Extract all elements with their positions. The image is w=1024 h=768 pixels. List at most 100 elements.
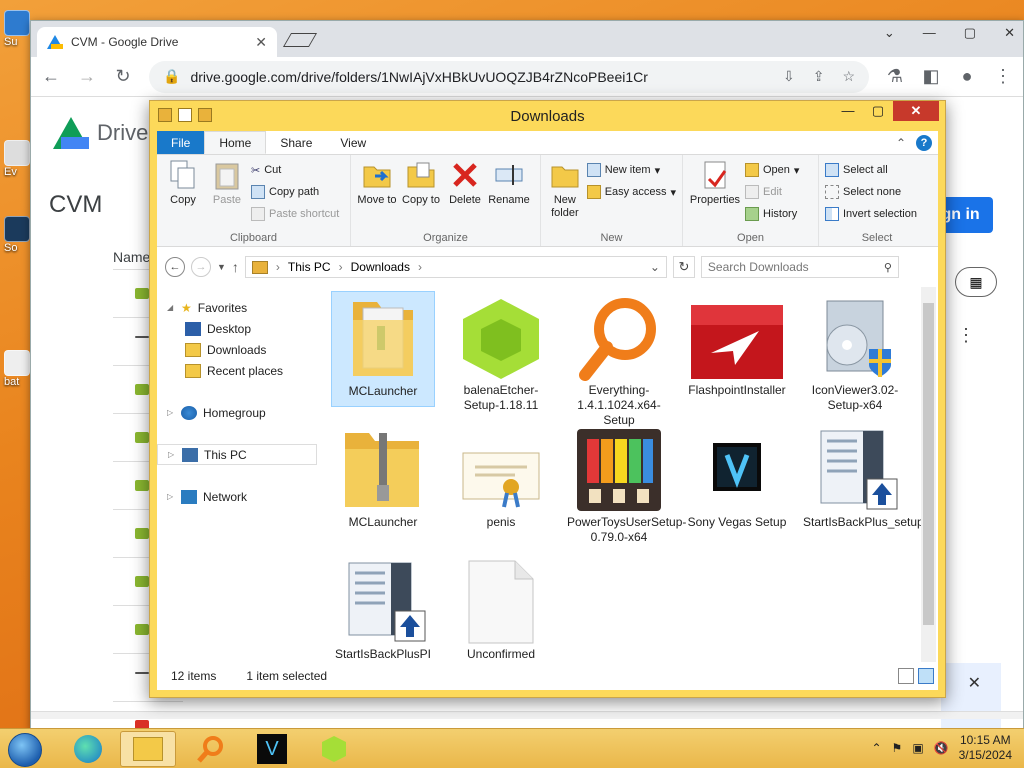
collapse-ribbon-icon[interactable]: ⌃ [896,136,906,150]
network-icon[interactable]: ▣ [912,741,923,755]
cut-button[interactable]: ✂ Cut [251,161,339,179]
star-icon[interactable]: ☆ [842,68,855,85]
nav-this-pc[interactable]: ▷ This PC [157,444,317,465]
tab-home[interactable]: Home [204,131,267,154]
address-bar[interactable]: 🔒 drive.google.com/drive/folders/1NwIAjV… [149,60,869,93]
new-item-button[interactable]: New item ▾ [586,161,676,179]
tab-share[interactable]: Share [266,131,326,154]
breadcrumb-downloads[interactable]: Downloads [351,260,410,274]
forward-button[interactable]: → [77,66,97,87]
share-icon[interactable]: ⇪ [813,68,825,85]
file-item[interactable]: IconViewer3.02-Setup-x64 [803,291,907,412]
desktop-icon[interactable]: So [4,216,32,254]
invert-selection-button[interactable]: Invert selection [825,205,917,223]
nav-favorites[interactable]: ◢ ★ Favorites [157,297,317,318]
forward-button[interactable]: → [191,257,211,277]
details-view-icon[interactable] [898,668,914,684]
desktop-icon[interactable]: bat [4,350,32,388]
install-icon[interactable]: ⇩ [783,68,795,85]
large-icons-view-icon[interactable] [918,668,934,684]
file-item[interactable]: PowerToysUserSetup-0.79.0-x64 [567,423,686,544]
browser-tab[interactable]: CVM - Google Drive ✕ [37,27,277,57]
paste-shortcut-button[interactable]: Paste shortcut [251,205,339,223]
name-column-header[interactable]: Name [113,249,150,265]
taskbar-edge-icon[interactable] [60,731,116,767]
close-icon[interactable]: ✕ [255,34,267,51]
star-icon: ★ [181,300,192,315]
file-item[interactable]: FlashpointInstaller [685,291,789,407]
scrollbar-thumb[interactable] [923,303,934,625]
file-item[interactable]: StartIsBackPlusPI [331,555,435,671]
open-button[interactable]: Open ▾ [745,161,799,179]
grid-view-icon[interactable]: ▦ [955,267,997,297]
new-tab-button[interactable] [282,33,318,47]
taskbar-everything-icon[interactable] [182,731,238,767]
chevron-down-icon[interactable]: ⌄ [884,25,895,41]
scrollbar[interactable] [921,287,936,662]
start-button[interactable] [8,733,42,767]
maximize-button[interactable]: ▢ [964,25,976,41]
file-item[interactable]: StartIsBackPlus_setup [803,423,924,539]
flag-icon[interactable]: ⚑ [892,741,903,755]
desktop-icon [185,321,201,336]
extension-icon[interactable]: ⚗ [885,66,905,87]
tab-view[interactable]: View [326,131,380,154]
back-button[interactable]: ← [165,257,185,277]
folder-title[interactable]: CVM [49,191,102,219]
easy-access-button[interactable]: Easy access ▾ [586,183,676,201]
clock[interactable]: 10:15 AM 3/15/2024 [959,733,1012,763]
path-box[interactable]: › This PC › Downloads › ⌄ [244,256,667,278]
copy-path-button[interactable]: Copy path [251,183,339,201]
file-item[interactable]: Unconfirmed [449,555,553,671]
select-all-button[interactable]: Select all [825,161,917,179]
minimize-button[interactable]: — [833,101,863,121]
file-item[interactable]: penis [449,423,553,539]
menu-icon[interactable]: ⋮ [993,66,1013,87]
file-item[interactable]: balenaEtcher-Setup-1.18.11 [449,291,553,412]
system-tray: ⌃ ⚑ ▣ 🔇 10:15 AM 3/15/2024 [871,733,1012,763]
history-button[interactable]: History [745,205,799,223]
taskbar-explorer-icon[interactable] [120,731,176,767]
search-input[interactable]: Search Downloads ⚲ [700,256,899,278]
chevron-down-icon[interactable]: ⌄ [650,260,660,274]
file-item[interactable]: MCLauncher [331,291,435,407]
maximize-button[interactable]: ▢ [863,101,893,121]
back-button[interactable]: ← [41,66,61,87]
nav-desktop[interactable]: Desktop [157,318,317,339]
installer-icon [807,295,903,381]
profile-icon[interactable]: ● [957,66,977,87]
file-name: IconViewer3.02-Setup-x64 [811,383,899,412]
breadcrumb-this-pc[interactable]: This PC [288,260,331,274]
file-item[interactable]: Everything-1.4.1.1024.x64-Setup [567,291,671,427]
sidepanel-icon[interactable]: ◧ [921,66,941,87]
taskbar-vegas-icon[interactable]: V [244,731,300,767]
nav-recent-places[interactable]: Recent places [157,360,317,381]
reload-button[interactable]: ↻ [113,66,133,87]
taskbar-balena-icon[interactable] [306,731,362,767]
file-item[interactable]: Sony Vegas Setup [685,423,789,539]
show-hidden-icons-icon[interactable]: ⌃ [871,741,881,755]
desktop-icon[interactable]: Ev [4,140,32,178]
close-button[interactable]: ✕ [893,101,939,121]
close-icon[interactable]: ✕ [968,673,981,693]
refresh-button[interactable]: ↻ [672,256,695,278]
volume-muted-icon[interactable]: 🔇 [934,741,949,755]
select-none-button[interactable]: Select none [825,183,917,201]
more-options-icon[interactable]: ⋮ [957,325,975,346]
tab-file[interactable]: File [157,131,205,154]
nav-homegroup[interactable]: ▷ Homegroup [157,402,317,423]
close-button[interactable]: ✕ [1004,25,1015,41]
file-item[interactable]: MCLauncher [331,423,435,539]
scrollbar[interactable] [31,711,1023,719]
nav-network[interactable]: ▷ Network [157,486,317,507]
minimize-button[interactable]: — [923,25,936,41]
edit-button[interactable]: Edit [745,183,799,201]
desktop-icon[interactable]: Su [4,10,32,48]
drive-logo[interactable]: Drive [53,117,148,149]
help-icon[interactable]: ? [916,135,932,151]
up-button[interactable]: ↑ [232,259,239,275]
recent-locations-icon[interactable]: ▼ [217,262,226,272]
file-name: PowerToysUserSetup-0.79.0-x64 [567,515,687,544]
nav-downloads[interactable]: Downloads [157,339,317,360]
title-bar[interactable]: Downloads — ▢ ✕ [150,101,945,131]
